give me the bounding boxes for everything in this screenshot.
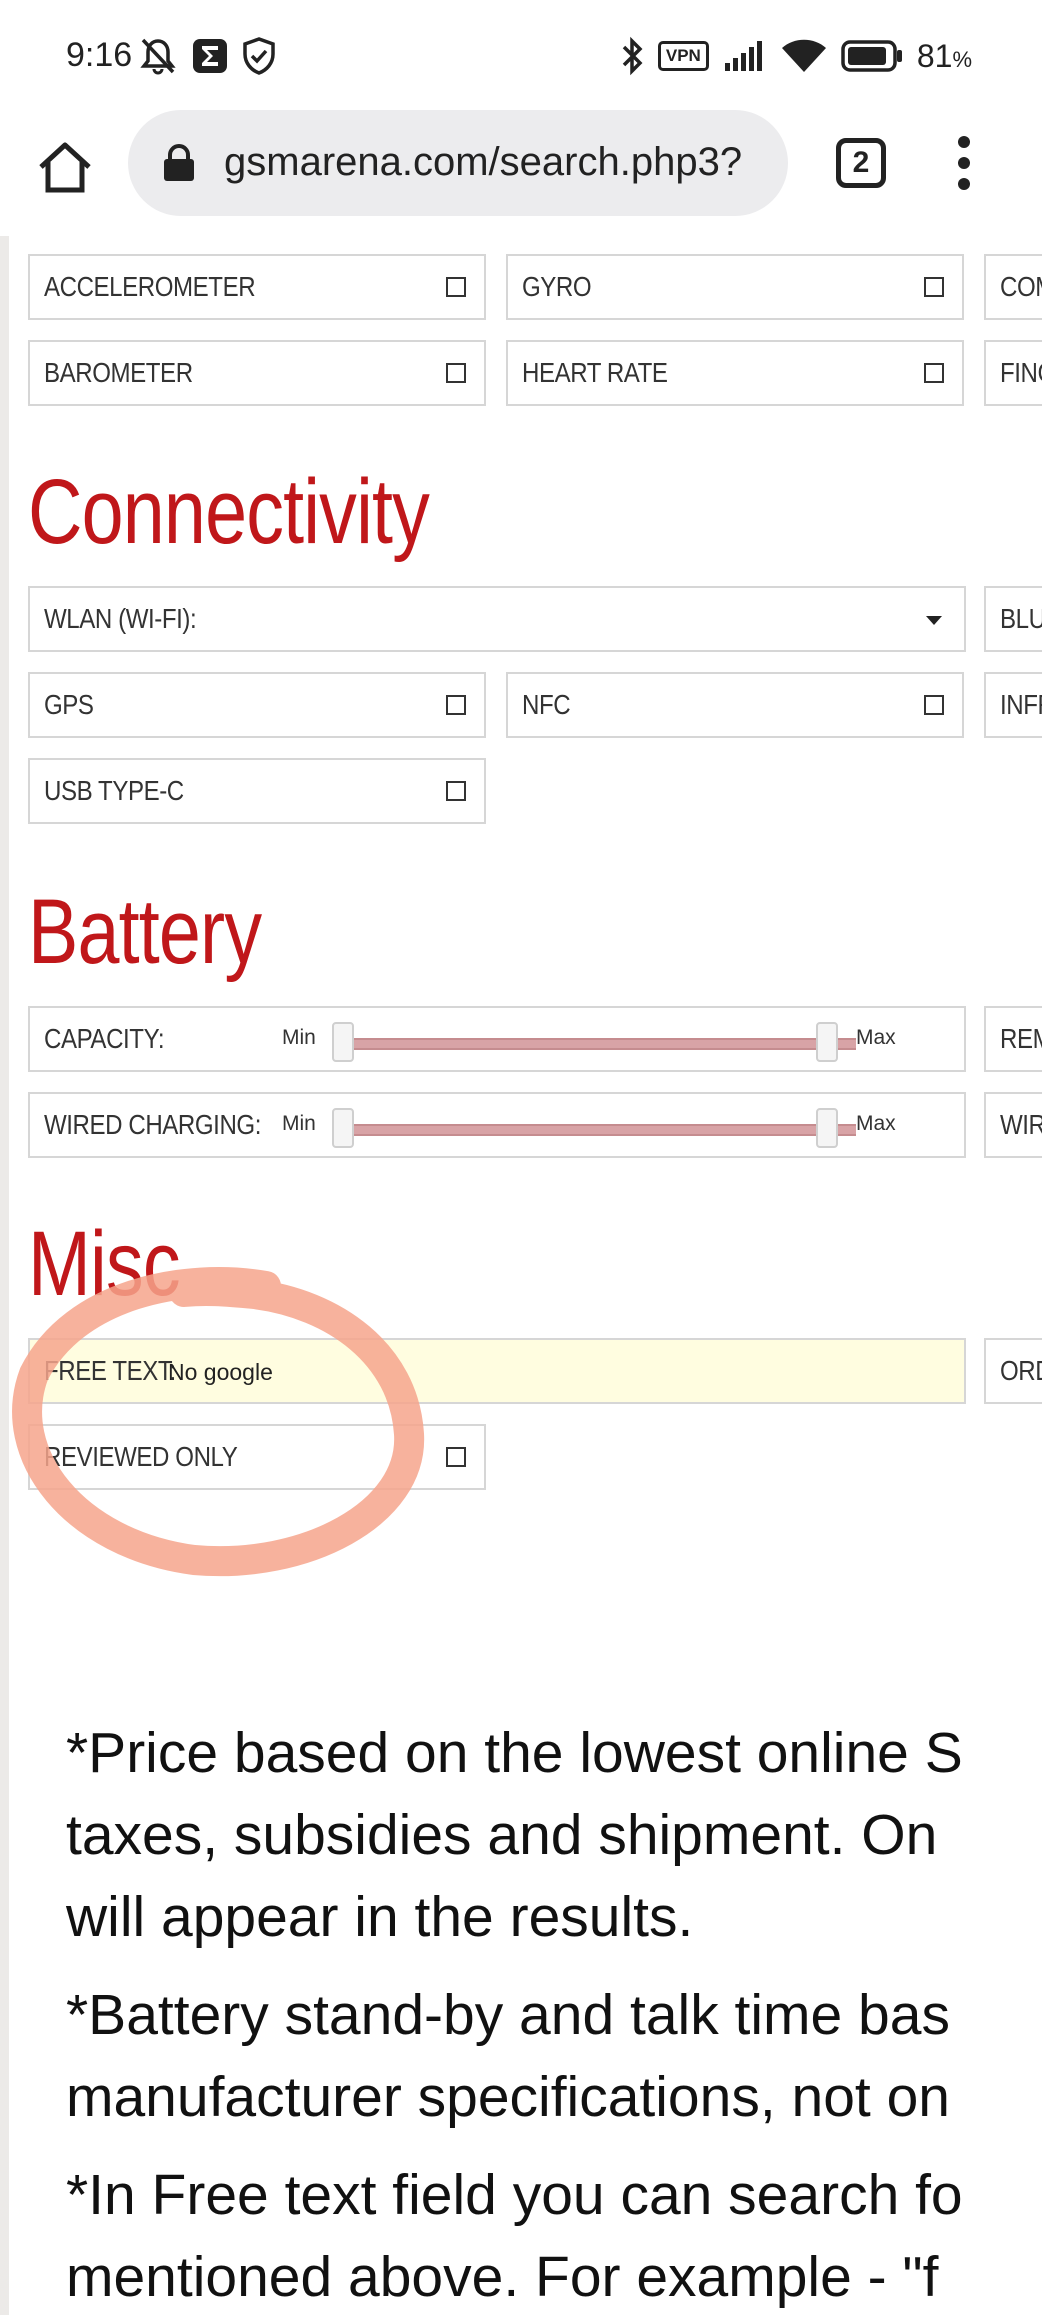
home-icon[interactable] xyxy=(36,138,94,196)
range-min-handle[interactable] xyxy=(332,1022,354,1062)
bluetooth-select[interactable]: BLU xyxy=(984,586,1042,652)
shield-icon xyxy=(243,37,275,75)
annotation-circle xyxy=(12,1267,425,1577)
heart-rate-checkbox[interactable]: HEART RATE xyxy=(506,340,964,406)
removable-battery-field[interactable]: REM xyxy=(984,1006,1042,1072)
signal-icon xyxy=(724,41,762,71)
wired-charging-range[interactable]: WIRED CHARGING: Min Max xyxy=(28,1092,966,1158)
browser-toolbar: gsmarena.com/search.php3? 2 xyxy=(0,100,1042,237)
checkbox[interactable] xyxy=(446,781,466,801)
vpn-label: VPN xyxy=(665,46,701,65)
checkbox[interactable] xyxy=(924,695,944,715)
compass-checkbox[interactable]: COM xyxy=(984,254,1042,320)
vpn-icon: VPN xyxy=(657,41,709,71)
wlan-select[interactable]: WLAN (WI-FI): xyxy=(28,586,966,652)
order-select[interactable]: ORD xyxy=(984,1338,1042,1404)
muted-bell-icon xyxy=(140,38,176,75)
battery-icon xyxy=(841,40,902,72)
checkbox[interactable] xyxy=(446,695,466,715)
bluetooth-icon xyxy=(622,36,643,76)
wifi-icon xyxy=(781,39,826,72)
sigma-app-icon xyxy=(193,39,227,73)
url-bar[interactable]: gsmarena.com/search.php3? xyxy=(128,110,788,216)
checkbox[interactable] xyxy=(446,1447,466,1467)
gyro-checkbox[interactable]: GYRO xyxy=(506,254,964,320)
battery-percent: 81% xyxy=(916,37,972,74)
usb-type-c-checkbox[interactable]: USB TYPE-C xyxy=(28,758,486,824)
tab-count: 2 xyxy=(852,146,870,179)
capacity-range[interactable]: CAPACITY: Min Max xyxy=(28,1006,966,1072)
infrared-checkbox[interactable]: INFR xyxy=(984,672,1042,738)
overflow-menu-icon[interactable] xyxy=(956,136,972,200)
connectivity-heading: Connectivity xyxy=(28,461,430,563)
note-battery: *Battery stand-by and talk time bas manu… xyxy=(66,1983,950,2129)
checkbox[interactable] xyxy=(924,363,944,383)
range-max-handle[interactable] xyxy=(816,1022,838,1062)
checkbox[interactable] xyxy=(446,363,466,383)
status-bar: 9:16 VPN 81% xyxy=(0,0,1042,112)
range-track xyxy=(352,1124,856,1136)
note-free-text: *In Free text field you can search fo me… xyxy=(66,2163,963,2309)
page-content: ACCELEROMETER GYRO COM BAROMETER HEART R… xyxy=(0,236,1042,2315)
nfc-checkbox[interactable]: NFC xyxy=(506,672,964,738)
range-max-handle[interactable] xyxy=(816,1108,838,1148)
tab-switcher-button[interactable]: 2 xyxy=(836,138,886,188)
range-track xyxy=(352,1038,856,1050)
url-text: gsmarena.com/search.php3? xyxy=(224,140,743,184)
chevron-down-icon xyxy=(926,616,942,625)
lock-icon xyxy=(164,144,194,181)
status-time: 9:16 xyxy=(66,36,133,74)
wireless-charging-field[interactable]: WIR xyxy=(984,1092,1042,1158)
gps-checkbox[interactable]: GPS xyxy=(28,672,486,738)
accelerometer-checkbox[interactable]: ACCELEROMETER xyxy=(28,254,486,320)
barometer-checkbox[interactable]: BAROMETER xyxy=(28,340,486,406)
range-min-handle[interactable] xyxy=(332,1108,354,1148)
note-price: *Price based on the lowest online S taxe… xyxy=(66,1721,963,1949)
fingerprint-checkbox[interactable]: FING xyxy=(984,340,1042,406)
checkbox[interactable] xyxy=(924,277,944,297)
battery-heading: Battery xyxy=(28,881,262,983)
checkbox[interactable] xyxy=(446,277,466,297)
footnotes: *Price based on the lowest online S taxe… xyxy=(66,1712,1042,2315)
